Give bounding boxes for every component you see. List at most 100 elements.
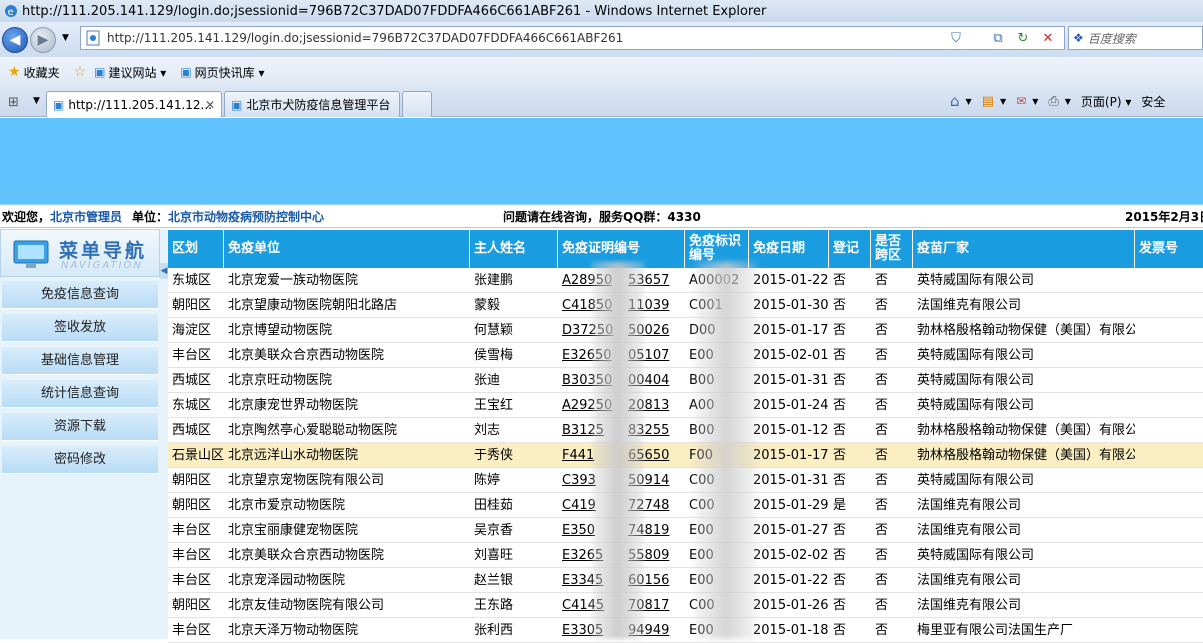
page-menu[interactable]: 页面(P) ▾ [1081,93,1131,110]
table-row[interactable]: 朝阳区北京友佳动物医院有限公司王东路C414570817C002015-01-2… [168,593,1203,618]
col-unit[interactable]: 免疫单位 [224,230,470,268]
col-district[interactable]: 区划 [168,230,224,268]
safety-menu[interactable]: 安全 [1141,93,1165,110]
table-row[interactable]: 丰台区北京宝丽康健宠物医院吴京香E35074819E002015-01-27否否… [168,518,1203,543]
ie-page-icon: ▣ [94,65,106,79]
cell-district: 石景山区 [172,448,224,463]
unit-label: 单位： [132,209,169,224]
cell-cross-district: 否 [875,598,889,613]
cell-owner: 侯雪梅 [474,348,514,363]
menu-downloads[interactable]: 资源下载 [2,413,158,441]
cell-vaccine-maker: 英特威国际有限公司 [917,348,1035,363]
table-row[interactable]: 东城区北京康宠世界动物医院王宝红A2925020813A002015-01-24… [168,393,1203,418]
table-row[interactable]: 东城区北京宠爱一族动物医院张建鹏A2895053657A000022015-01… [168,268,1203,293]
cell-owner: 王宝红 [474,398,514,413]
table-row[interactable]: 朝阳区北京望京宠物医院有限公司陈婷C39350914C002015-01-31否… [168,468,1203,493]
table-row[interactable]: 石景山区北京远洋山水动物医院于秀侠F44165650F002015-01-17否… [168,443,1203,468]
cell-date: 2015-02-01 [753,348,829,363]
star-icon: ★ [8,64,21,80]
table-row[interactable]: 丰台区北京宠泽园动物医院赵兰银E334560156E002015-01-22否否… [168,568,1203,593]
table-row[interactable]: 丰台区北京天泽万物动物医院张利西E330594949E002015-01-18否… [168,618,1203,643]
address-bar[interactable]: http://111.205.141.129/login.do;jsession… [80,26,1065,50]
suggested-sites-label: 建议网站 ▾ [108,65,167,80]
table-row[interactable]: 海淀区北京博望动物医院何慧颖D3725050026D002015-01-17否否… [168,318,1203,343]
suggested-sites-link[interactable]: ▣ 建议网站 ▾ [94,64,166,81]
add-favorite-button[interactable]: ☆ [74,64,87,80]
history-dropdown-icon[interactable]: ▼ [62,33,69,43]
cell-cross-district: 否 [875,273,889,288]
feeds-icon[interactable]: ▤ [982,94,994,109]
date-text: 2015年2月3日星 [1125,209,1203,224]
cell-register: 否 [833,398,847,413]
menu-immunization-query[interactable]: 免疫信息查询 [2,281,158,309]
refresh-icon[interactable]: ↻ [1013,28,1033,48]
cell-cross-district: 否 [875,323,889,338]
cert-no-prefix[interactable]: C419 [562,498,596,513]
home-icon[interactable]: ⌂ [950,92,960,110]
cert-no-prefix[interactable]: E350 [562,523,595,538]
table-header: 区划 免疫单位 主人姓名 免疫证明编号 免疫标识编号 免疫日期 登记 是否跨区 … [168,230,1203,268]
cell-cross-district: 否 [875,573,889,588]
cell-cross-district: 否 [875,398,889,413]
menu-statistics[interactable]: 统计信息查询 [2,380,158,408]
menu-basic-info[interactable]: 基础信息管理 [2,347,158,375]
cell-unit: 北京美联众合京西动物医院 [228,348,385,363]
table-row[interactable]: 丰台区北京美联众合京西动物医院侯雪梅E3265005107E002015-02-… [168,343,1203,368]
cell-owner: 于秀侠 [474,448,514,463]
cell-register: 否 [833,323,847,338]
cell-date: 2015-02-02 [753,548,829,563]
col-date[interactable]: 免疫日期 [749,230,829,268]
svg-text:e: e [8,7,14,18]
cert-no-prefix[interactable]: C393 [562,473,596,488]
mail-icon[interactable]: ✉ [1016,94,1026,108]
table-row[interactable]: 西城区北京陶然亭心爱聪聪动物医院刘志B312583255B002015-01-1… [168,418,1203,443]
cell-date: 2015-01-30 [753,298,829,313]
cell-register: 否 [833,548,847,563]
menu-receive-dispatch[interactable]: 签收发放 [2,314,158,342]
cell-cross-district: 否 [875,548,889,563]
cell-date: 2015-01-26 [753,598,829,613]
tab-login[interactable]: ▣ http://111.205.141.12... ✕ [46,91,222,117]
col-owner[interactable]: 主人姓名 [470,230,558,268]
cell-vaccine-maker: 法国维克有限公司 [917,523,1022,538]
cell-register: 否 [833,473,847,488]
security-icon[interactable]: ⛉ [946,28,966,48]
col-vaccine-maker[interactable]: 疫苗厂家 [913,230,1135,268]
tab-list-dropdown-icon[interactable]: ▼ [33,96,40,106]
cell-vaccine-maker: 梅里亚有限公司法国生产厂 [917,623,1074,638]
search-input[interactable]: ❖ 百度搜索 [1068,26,1203,50]
redaction-blur [592,262,644,639]
forward-button[interactable]: ▶ [30,26,56,53]
quick-tabs-icon[interactable]: ⊞ [8,95,19,110]
print-icon[interactable]: ⎙ [1048,94,1058,109]
cell-vaccine-maker: 英特威国际有限公司 [917,373,1035,388]
col-cross-district[interactable]: 是否跨区 [871,230,913,268]
cell-unit: 北京陶然亭心爱聪聪动物医院 [228,423,398,438]
stop-icon[interactable]: ✕ [1038,28,1058,48]
web-slice-link[interactable]: ▣ 网页快讯库 ▾ [180,64,264,81]
table-row[interactable]: 西城区北京京旺动物医院张迪B3035000404B002015-01-31否否英… [168,368,1203,393]
search-placeholder: 百度搜索 [1087,31,1136,46]
close-tab-icon[interactable]: ✕ [205,98,215,112]
cell-vaccine-maker: 英特威国际有限公司 [917,398,1035,413]
menu-password[interactable]: 密码修改 [2,446,158,474]
cell-date: 2015-01-18 [753,623,829,638]
collapse-sidebar-button[interactable]: ◀ [160,263,168,279]
back-button[interactable]: ◀ [2,26,28,53]
page-icon [86,30,100,46]
nav-title: 菜单导航 [59,240,148,262]
tab-platform[interactable]: ▣ 北京市犬防疫信息管理平台 [224,91,400,117]
new-tab-button[interactable] [402,91,432,117]
cert-no-prefix[interactable]: F441 [562,448,594,463]
table-row[interactable]: 丰台区北京美联众合京西动物医院刘喜旺E326555809E002015-02-0… [168,543,1203,568]
favorites-button[interactable]: ★ 收藏夹 [8,64,60,81]
col-register[interactable]: 登记 [829,230,871,268]
baidu-paw-icon: ❖ [1073,31,1084,45]
table-row[interactable]: 朝阳区北京市爱京动物医院田桂茹C41972748C002015-01-29是否法… [168,493,1203,518]
cell-unit: 北京宝丽康健宠物医院 [228,523,359,538]
compat-view-icon[interactable]: ⧉ [988,28,1008,48]
cell-cross-district: 否 [875,298,889,313]
table-row[interactable]: 朝阳区北京望康动物医院朝阳北路店蒙毅C4185011039C0012015-01… [168,293,1203,318]
web-slice-label: 网页快讯库 ▾ [194,65,265,80]
col-invoice[interactable]: 发票号 [1135,230,1203,268]
